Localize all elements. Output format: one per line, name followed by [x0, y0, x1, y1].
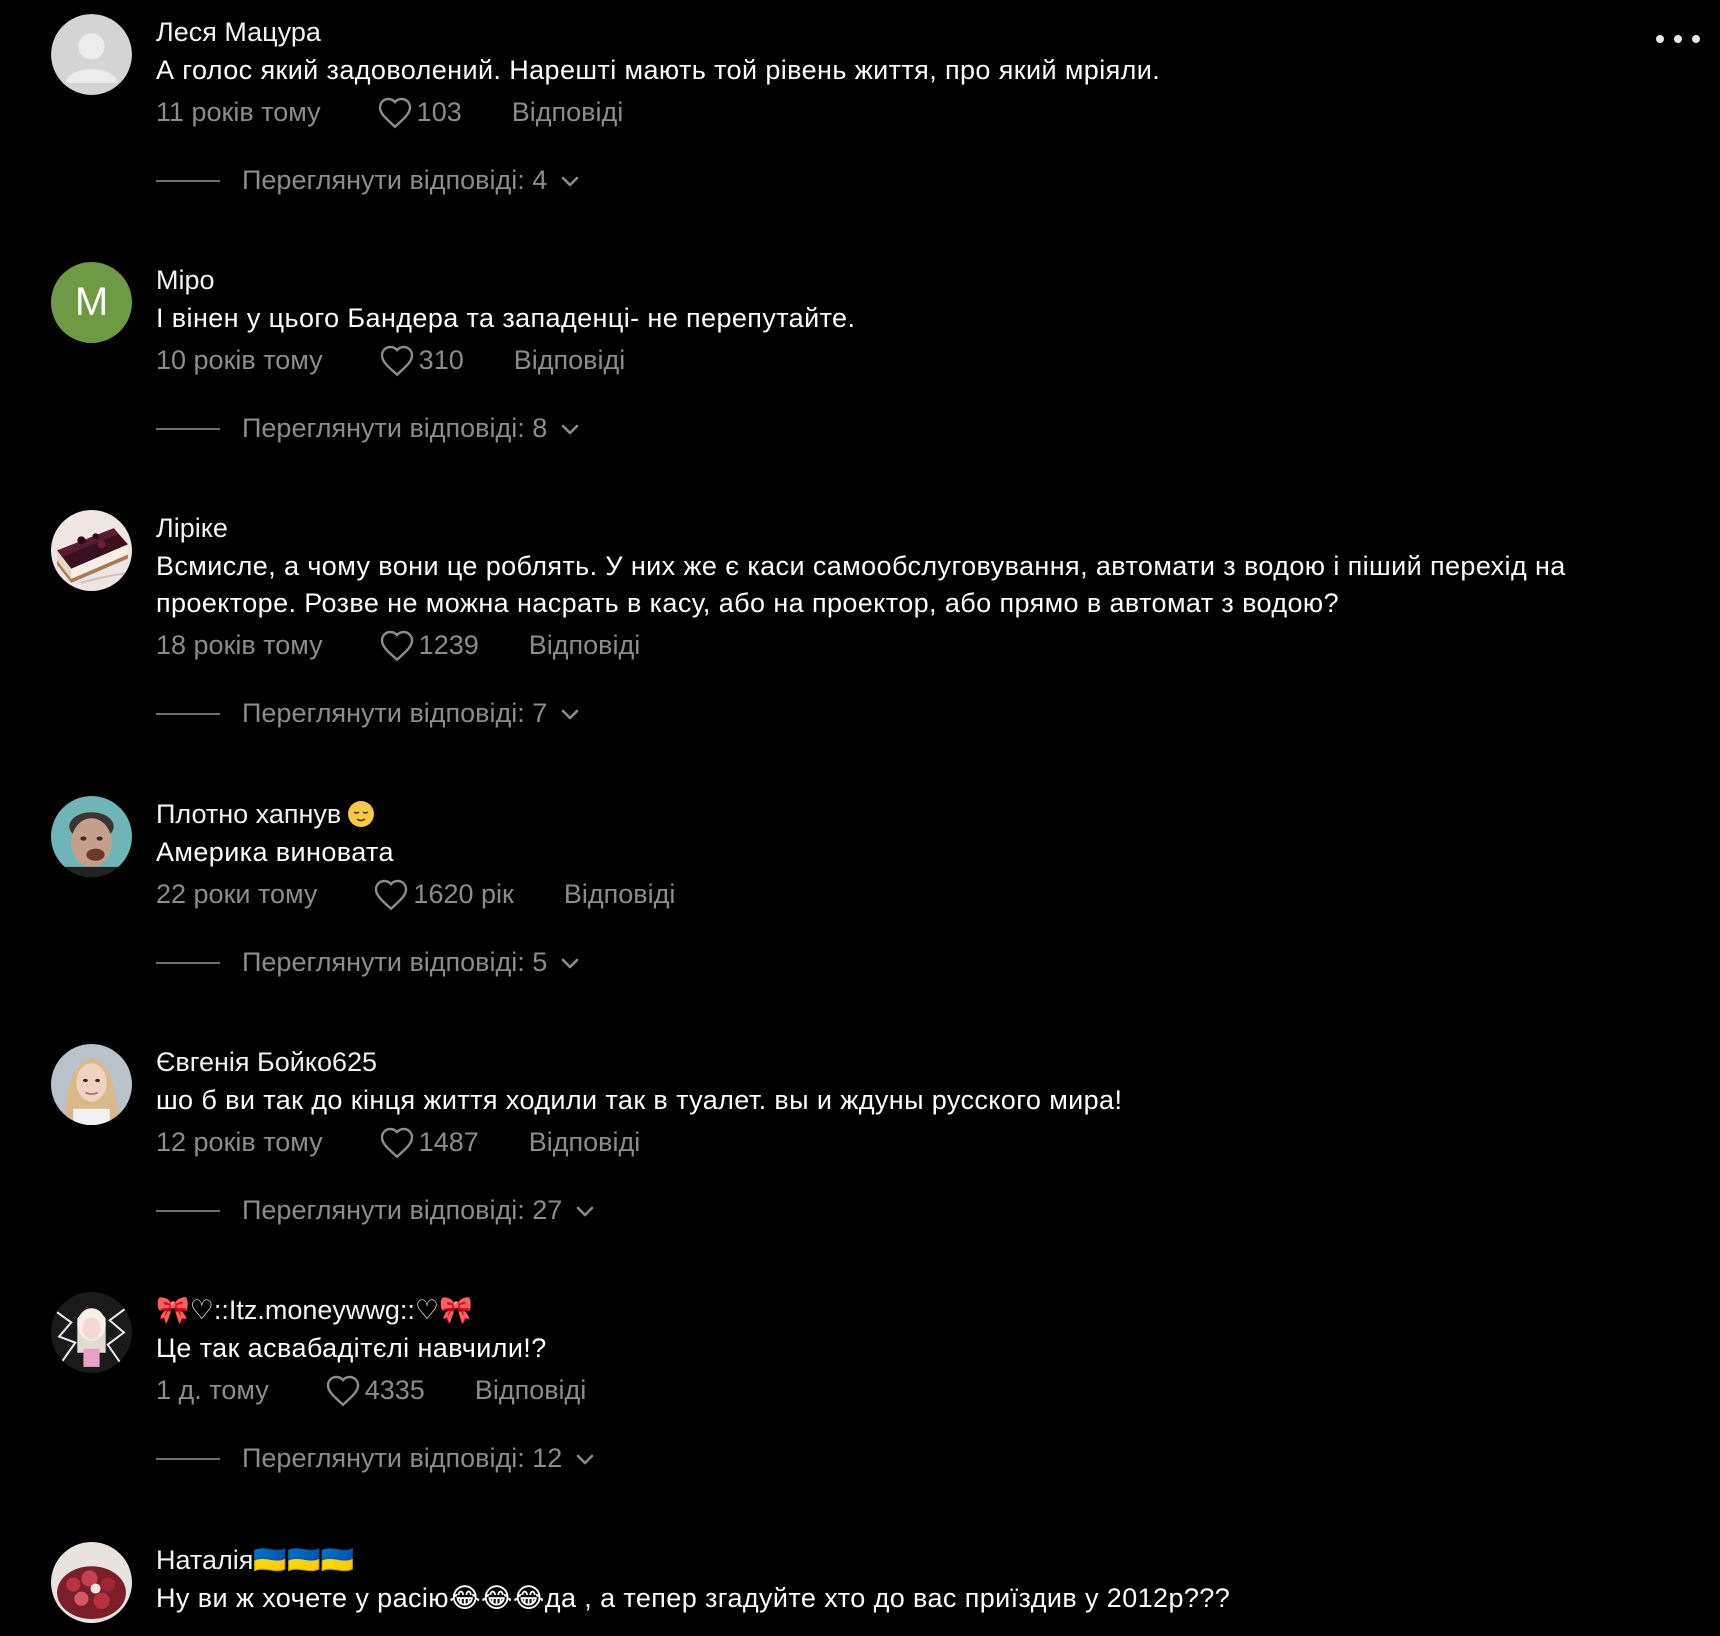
comment-username[interactable]: Міро: [156, 262, 1680, 298]
comment-text: шо б ви так до кінця життя ходили так в …: [156, 1085, 1123, 1115]
comment-username[interactable]: Плотно хапнув: [156, 796, 1680, 832]
flowers-photo-icon: [51, 1542, 132, 1623]
like-button[interactable]: 1620 рік: [373, 878, 514, 911]
divider-line: [156, 1209, 220, 1212]
like-count: 103: [416, 96, 462, 127]
chevron-down-icon: [561, 424, 579, 434]
heart-icon: [380, 345, 413, 376]
avatar[interactable]: [51, 1292, 132, 1373]
anime-character-photo-icon: [51, 1292, 132, 1373]
reply-button[interactable]: Відповіді: [529, 630, 641, 661]
chevron-down-icon: [577, 1454, 594, 1464]
like-count: 1239: [418, 629, 479, 660]
view-replies-button[interactable]: Переглянути відповіді: 4: [156, 165, 1680, 196]
divider-line: [156, 961, 220, 964]
view-replies-button[interactable]: Переглянути відповіді: 7: [156, 698, 1680, 729]
view-replies-label: Переглянути відповіді: 5: [242, 947, 548, 977]
view-replies-label: Переглянути відповіді: 27: [242, 1195, 563, 1225]
woman-portrait-photo-icon: [51, 1044, 132, 1125]
like-button[interactable]: 1487: [379, 1126, 479, 1159]
comment-time: 18 років тому: [156, 629, 323, 660]
avatar[interactable]: [51, 1542, 132, 1623]
view-replies-label: Переглянути відповіді: 4: [242, 165, 548, 195]
avatar[interactable]: [51, 14, 132, 95]
like-count: 1620 рік: [413, 878, 514, 909]
avatar[interactable]: [51, 796, 132, 877]
reply-button[interactable]: Відповіді: [564, 879, 676, 910]
divider-line: [156, 427, 220, 430]
comment-username[interactable]: Наталія🇺🇦🇺🇦🇺🇦: [156, 1542, 1680, 1578]
heart-icon: [380, 1127, 413, 1158]
view-replies-button[interactable]: Переглянути відповіді: 8: [156, 413, 1680, 444]
divider-line: [156, 1457, 220, 1460]
username-text: Міро: [156, 265, 215, 295]
comment-time: 11 років тому: [156, 96, 321, 127]
cheesecake-photo-icon: [51, 510, 132, 591]
heart-icon: [375, 879, 408, 910]
comment-text: Це так асвабадітєлі навчили!?: [156, 1333, 547, 1363]
comment-text: А голос який задоволений. Нарешті мають …: [156, 55, 1161, 85]
default-user-avatar-icon: [51, 14, 132, 95]
more-dot: [1692, 35, 1700, 43]
avatar[interactable]: [51, 510, 132, 591]
relieved-face-emoji-icon: [348, 801, 375, 827]
avatar[interactable]: [51, 1044, 132, 1125]
comment-username[interactable]: Леся Мацура: [156, 14, 1680, 50]
username-text: Плотно хапнув: [156, 799, 342, 829]
chevron-down-icon: [561, 958, 579, 968]
like-button[interactable]: 310: [379, 344, 464, 377]
view-replies-button[interactable]: Переглянути відповіді: 5: [156, 947, 1680, 978]
like-count: 310: [418, 344, 464, 375]
man-face-photo-icon: [51, 796, 132, 877]
divider-line: [156, 179, 220, 182]
view-replies-button[interactable]: Переглянути відповіді: 27: [156, 1195, 1680, 1226]
reply-button[interactable]: Відповіді: [475, 1375, 587, 1406]
heart-icon: [380, 630, 413, 661]
like-button[interactable]: 103: [377, 96, 462, 129]
comment-time: 10 років тому: [156, 344, 323, 375]
reply-button[interactable]: Відповіді: [512, 97, 624, 128]
like-count: 1487: [418, 1126, 479, 1157]
chevron-down-icon: [561, 709, 579, 719]
comment-text: І вінен у цього Бандера та западенці- не…: [156, 303, 856, 333]
view-replies-label: Переглянути відповіді: 8: [242, 413, 548, 443]
view-replies-button[interactable]: Переглянути відповіді: 12: [156, 1443, 1680, 1474]
chevron-down-icon: [561, 176, 579, 186]
comment-text: Америка виновата: [156, 837, 394, 867]
username-text: Леся Мацура: [156, 17, 321, 47]
comment-username[interactable]: Ліріке: [156, 510, 1680, 546]
like-button[interactable]: 1239: [379, 629, 479, 662]
comment-text: Ну ви ж хочете у расію😂😂😂да , а тепер зг…: [156, 1583, 1231, 1613]
avatar[interactable]: M: [51, 262, 132, 343]
avatar-letter: M: [74, 280, 109, 324]
comment-username[interactable]: 🎀♡::Itz.moneywwg::♡🎀: [156, 1292, 1680, 1328]
username-text: Ліріке: [156, 513, 228, 543]
view-replies-label: Переглянути відповіді: 12: [242, 1443, 563, 1473]
heart-icon: [378, 97, 411, 128]
chevron-down-icon: [577, 1206, 594, 1216]
like-count: 4335: [364, 1374, 425, 1405]
comment-text: Всмисле, а чому вони це роблять. У них ж…: [156, 551, 1566, 618]
comment-time: 22 роки тому: [156, 878, 318, 909]
divider-line: [156, 712, 220, 715]
username-text: 🎀♡::Itz.moneywwg::♡🎀: [156, 1295, 473, 1325]
view-replies-label: Переглянути відповіді: 7: [242, 698, 548, 728]
reply-button[interactable]: Відповіді: [529, 1127, 641, 1158]
comment-username[interactable]: Євгенія Бойко625: [156, 1044, 1680, 1080]
username-text: Євгенія Бойко625: [156, 1047, 378, 1077]
reply-button[interactable]: Відповіді: [514, 345, 626, 376]
like-button[interactable]: 4335: [325, 1374, 425, 1407]
comment-time: 12 років тому: [156, 1126, 323, 1157]
comment-time: 1 д. тому: [156, 1374, 269, 1405]
heart-icon: [326, 1375, 359, 1406]
username-text: Наталія🇺🇦🇺🇦🇺🇦: [156, 1545, 355, 1575]
